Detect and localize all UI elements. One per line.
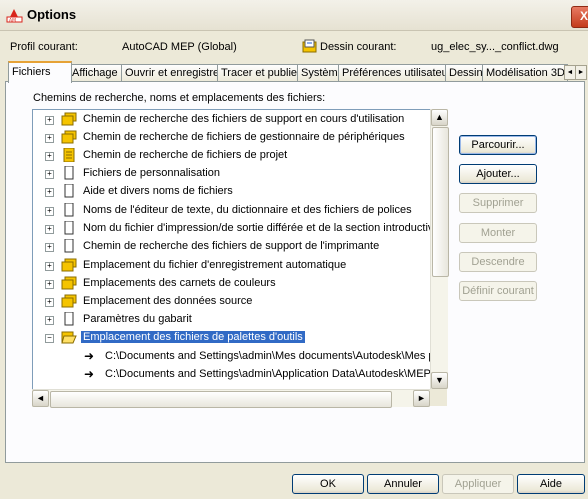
subitem-path: C:\Documents and Settings\admin\Mes docu… (105, 350, 432, 362)
tab-scroll-right-icon[interactable]: ► (575, 65, 587, 80)
scroll-up-icon[interactable]: ▲ (431, 109, 448, 126)
profile-label: Profil courant: (10, 41, 78, 53)
tree-item-label: Nom du fichier d'impression/de sortie di… (83, 222, 432, 234)
browse-button[interactable]: Parcourir... (459, 135, 537, 155)
tree-item[interactable]: + Emplacements des carnets de couleurs (33, 275, 431, 293)
open-folder-icon (61, 331, 77, 344)
tree-subitem[interactable]: ➜ C:\Documents and Settings\admin\Applic… (33, 366, 432, 384)
tree-item[interactable]: + Fichiers de personnalisation (33, 165, 431, 183)
tree-item-label: Emplacement du fichier d'enregistrement … (83, 259, 347, 271)
help-button[interactable]: Aide (517, 474, 585, 494)
tree-item-label: Chemin de recherche de fichiers de gesti… (83, 131, 405, 143)
tree-item[interactable]: + Chemin de recherche des fichiers de su… (33, 111, 431, 129)
set-current-button[interactable]: Définir courant (459, 281, 537, 301)
tab-fichiers[interactable]: Fichiers (8, 61, 72, 83)
expand-icon[interactable]: + (45, 188, 54, 197)
expand-icon[interactable]: + (45, 298, 54, 307)
tree-item[interactable]: + Chemin de recherche de fichiers de pro… (33, 147, 431, 165)
move-down-button[interactable]: Descendre (459, 252, 537, 272)
move-up-button[interactable]: Monter (459, 223, 537, 243)
apply-button[interactable]: Appliquer (442, 474, 514, 494)
scroll-corner (430, 389, 447, 406)
tree-subitem[interactable]: ➜ C:\Documents and Settings\admin\Mes do… (33, 348, 432, 366)
ok-button[interactable]: OK (292, 474, 364, 494)
expand-icon[interactable]: + (45, 152, 54, 161)
tab-systeme[interactable]: Système (297, 64, 343, 81)
tree-item[interactable]: + Chemin de recherche des fichiers de su… (33, 238, 431, 256)
tree-item[interactable]: + Chemin de recherche de fichiers de ges… (33, 129, 431, 147)
expand-icon[interactable]: + (45, 243, 54, 252)
drawing-value: ug_elec_sy..._conflict.dwg (431, 41, 559, 53)
tab-preferences-utilisateur[interactable]: Préférences utilisateur (338, 64, 450, 81)
tree-vertical-scrollbar[interactable]: ▲ ▼ (430, 109, 449, 389)
horizontal-scroll-thumb[interactable] (50, 391, 392, 408)
tab-tracer-publier[interactable]: Tracer et publier (217, 64, 302, 81)
expand-icon[interactable]: + (45, 134, 54, 143)
expand-icon[interactable]: + (45, 170, 54, 179)
folder-stack-icon (61, 276, 77, 290)
tree-item-label: Emplacement des fichiers de palettes d'o… (81, 331, 305, 343)
tree-item-selected[interactable]: − Emplacement des fichiers de palettes d… (33, 329, 431, 347)
document-icon (64, 312, 74, 326)
title-bar: AM Options X (0, 0, 588, 31)
tree-item-label: Emplacements des carnets de couleurs (83, 277, 276, 289)
drawing-label: Dessin courant: (320, 41, 397, 53)
scroll-left-icon[interactable]: ◄ (32, 390, 49, 407)
svg-text:AM: AM (9, 17, 16, 23)
tree-item-label: Paramètres du gabarit (83, 313, 192, 325)
project-file-icon (63, 148, 75, 162)
profile-value: AutoCAD MEP (Global) (122, 41, 237, 53)
expand-icon[interactable]: + (45, 116, 54, 125)
document-icon (64, 221, 74, 235)
autocad-app-icon: AM (6, 9, 23, 23)
arrow-right-icon: ➜ (84, 367, 95, 381)
tree-item[interactable]: + Paramètres du gabarit (33, 311, 431, 329)
expand-icon[interactable]: + (45, 262, 54, 271)
folder-stack-icon (61, 130, 77, 144)
tree-item-label: Emplacement des données source (83, 295, 253, 307)
drawing-icon (302, 39, 317, 53)
expand-icon[interactable]: + (45, 280, 54, 289)
scroll-down-icon[interactable]: ▼ (431, 372, 448, 389)
section-label: Chemins de recherche, noms et emplacemen… (33, 92, 326, 104)
folder-stack-icon (61, 112, 77, 126)
document-icon (64, 184, 74, 198)
document-icon (64, 203, 74, 217)
tree-item-label: Chemin de recherche des fichiers de supp… (83, 240, 380, 252)
tree-item[interactable]: + Nom du fichier d'impression/de sortie … (33, 220, 432, 238)
folder-stack-icon (61, 294, 77, 308)
close-button[interactable]: X (571, 6, 588, 28)
window-title: Options (27, 7, 77, 22)
expand-icon[interactable]: + (45, 225, 54, 234)
tree-item[interactable]: + Aide et divers noms de fichiers (33, 183, 431, 201)
tree-horizontal-scrollbar[interactable]: ◄ ► (32, 389, 430, 408)
arrow-right-icon: ➜ (84, 349, 95, 363)
collapse-icon[interactable]: − (45, 334, 54, 343)
tree-item-label: Noms de l'éditeur de texte, du dictionna… (83, 204, 412, 216)
expand-icon[interactable]: + (45, 316, 54, 325)
tab-modelisation-3d[interactable]: Modélisation 3D (482, 64, 568, 81)
folder-stack-icon (61, 258, 77, 272)
tree-item[interactable]: + Noms de l'éditeur de texte, du diction… (33, 202, 431, 220)
expand-icon[interactable]: + (45, 207, 54, 216)
tree-item-label: Fichiers de personnalisation (83, 167, 220, 179)
tab-dessin[interactable]: Dessin (445, 64, 487, 81)
path-tree-view[interactable]: + Chemin de recherche des fichiers de su… (32, 109, 432, 391)
scroll-right-icon[interactable]: ► (413, 390, 430, 407)
document-icon (64, 166, 74, 180)
tree-item-label: Aide et divers noms de fichiers (83, 185, 233, 197)
tab-affichage[interactable]: Affichage (68, 64, 126, 81)
subitem-path: C:\Documents and Settings\admin\Applicat… (105, 368, 432, 380)
remove-button[interactable]: Supprimer (459, 193, 537, 213)
tree-item[interactable]: + Emplacement du fichier d'enregistremen… (33, 257, 431, 275)
vertical-scroll-thumb[interactable] (432, 127, 449, 277)
tree-item-label: Chemin de recherche de fichiers de proje… (83, 149, 288, 161)
document-icon (64, 239, 74, 253)
add-button[interactable]: Ajouter... (459, 164, 537, 184)
tree-item-label: Chemin de recherche des fichiers de supp… (83, 113, 405, 125)
tab-scroll-arrows: ◄ ► (564, 65, 587, 80)
tab-ouvrir-enregistrer[interactable]: Ouvrir et enregistrer (121, 64, 222, 81)
cancel-button[interactable]: Annuler (367, 474, 439, 494)
tree-item[interactable]: + Emplacement des données source (33, 293, 431, 311)
